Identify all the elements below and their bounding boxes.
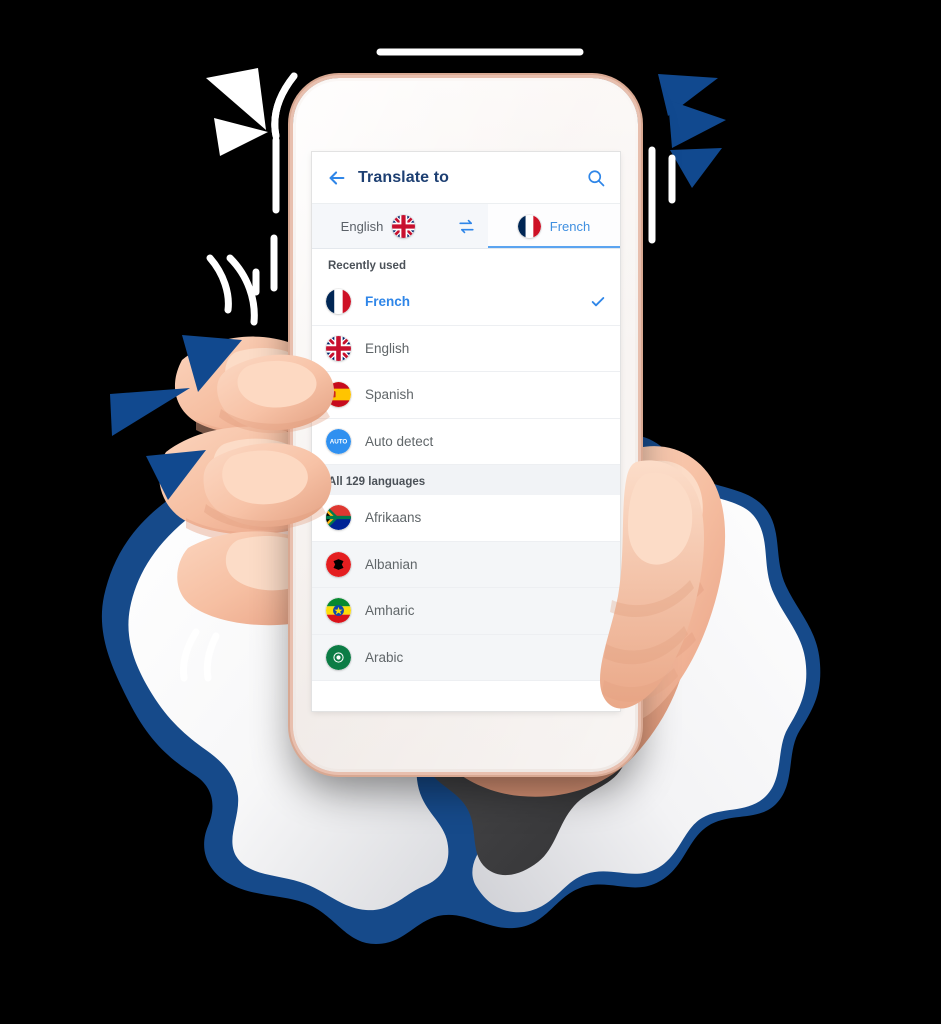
list-item[interactable]: French xyxy=(312,279,620,326)
list-item-label: Afrikaans xyxy=(365,510,422,526)
scene: Translate to English French Recently use… xyxy=(0,0,941,1024)
white-burst-triangles xyxy=(206,68,268,156)
list-item-label: English xyxy=(365,340,410,356)
target-language-tab[interactable]: French xyxy=(488,204,620,248)
list-item[interactable]: Spanish xyxy=(312,372,620,419)
list-item-label: French xyxy=(365,294,411,310)
flag-uk-icon xyxy=(326,335,351,361)
list-item[interactable]: Afrikaans xyxy=(312,495,620,542)
list-item[interactable]: Albanian xyxy=(312,541,620,588)
flag-france-icon xyxy=(517,214,541,238)
auto-detect-badge-icon: AUTO xyxy=(326,428,351,454)
target-language-label: French xyxy=(549,218,591,234)
svg-text:AUTO: AUTO xyxy=(330,438,348,445)
flag-arab-league-icon xyxy=(326,644,351,670)
flag-ethiopia-icon xyxy=(326,598,351,624)
search-icon[interactable] xyxy=(586,168,606,188)
list-item[interactable]: English xyxy=(312,325,620,372)
list-item[interactable]: AUTO Auto detect xyxy=(312,418,620,465)
source-language-tab[interactable]: English xyxy=(312,204,444,248)
list-item[interactable]: Arabic xyxy=(312,634,620,681)
list-item-label: Amharic xyxy=(365,603,415,619)
flag-france-icon xyxy=(326,289,351,315)
app-header: Translate to xyxy=(312,152,620,204)
swap-languages-button[interactable] xyxy=(444,204,488,248)
blue-burst-triangles-right xyxy=(658,74,726,188)
list-item-label: Auto detect xyxy=(365,433,434,449)
swap-horizontal-icon xyxy=(458,219,474,233)
section-heading-all-languages: All 129 languages xyxy=(312,465,620,495)
page-title: Translate to xyxy=(358,168,450,186)
list-item-label: Arabic xyxy=(365,649,404,665)
flag-spain-icon xyxy=(326,382,351,408)
list-item[interactable]: Amharic xyxy=(312,588,620,635)
phone-screen: Translate to English French Recently use… xyxy=(312,152,620,711)
flag-albania-icon xyxy=(326,551,351,577)
source-language-label: English xyxy=(340,218,384,234)
language-swap-bar: English French xyxy=(312,204,620,249)
blue-burst-triangles-left xyxy=(110,335,242,500)
flag-uk-icon xyxy=(392,214,416,238)
section-heading-recently-used: Recently used xyxy=(312,249,620,279)
language-list[interactable]: Recently used French English Spanish AUT… xyxy=(312,249,620,711)
check-icon xyxy=(590,294,606,310)
phone-device: Translate to English French Recently use… xyxy=(293,78,638,772)
list-item-label: Albanian xyxy=(365,556,418,572)
flag-south-africa-icon xyxy=(326,505,351,531)
list-item-label: Spanish xyxy=(365,387,414,403)
arrow-left-icon[interactable] xyxy=(326,167,348,189)
